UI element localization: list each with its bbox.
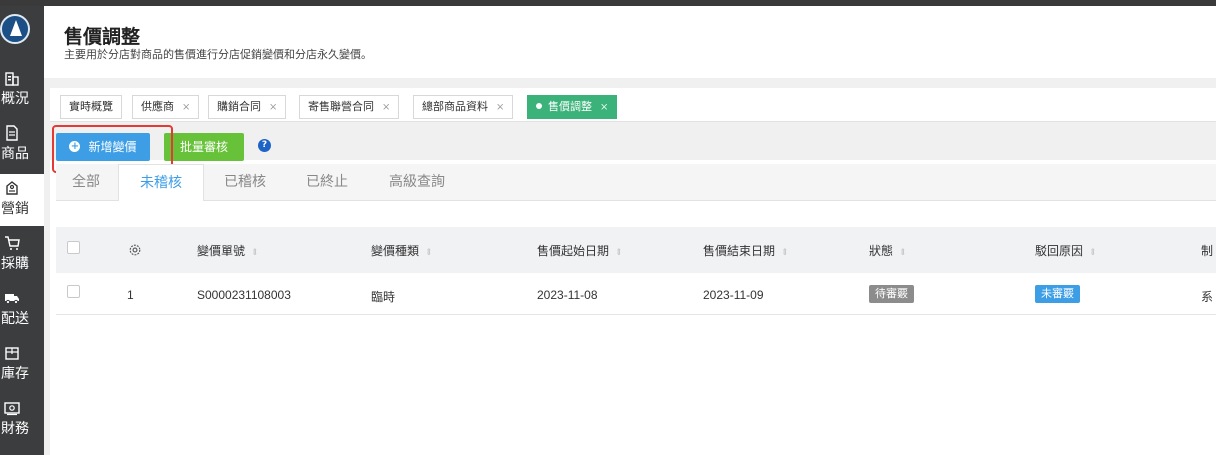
logo[interactable] [0, 14, 30, 52]
close-icon[interactable]: × [269, 102, 277, 113]
status-tab-audited[interactable]: 已稽核 [210, 164, 280, 201]
column-creator[interactable]: 制 [1201, 242, 1213, 259]
sidebar-item-product[interactable]: 商品 [0, 119, 44, 171]
sort-icon[interactable]: ⇕ [615, 248, 623, 258]
sidebar-item-delivery[interactable]: 配送 [0, 284, 44, 336]
top-strip [0, 0, 1216, 6]
tab-label: 實時概覽 [69, 100, 113, 113]
close-icon[interactable]: × [600, 102, 608, 113]
row-end-date: 2023-11-09 [703, 288, 764, 302]
sort-icon[interactable]: ⇕ [899, 248, 907, 258]
tab-label: 寄售聯營合同 [308, 100, 374, 113]
building-icon [5, 72, 19, 86]
sidebar-item-label: 概況 [1, 91, 29, 107]
status-tab-terminated[interactable]: 已終止 [292, 164, 362, 201]
column-status[interactable]: 狀態 ⇕ [869, 242, 907, 259]
row-start-date: 2023-11-08 [537, 288, 598, 302]
close-icon[interactable]: × [382, 102, 390, 113]
tag-icon [6, 181, 18, 195]
batch-approve-label: 批量審核 [179, 140, 228, 154]
column-label: 售價起始日期 [537, 244, 610, 258]
tab-purchase-contract[interactable]: 購銷合同 × [208, 95, 287, 119]
sidebar-item-label: 採購 [1, 256, 29, 272]
column-label: 狀態 [869, 244, 894, 258]
sidebar: 概況 商品 營銷 採購 配送 庫存 財務 [0, 6, 44, 455]
column-label: 駁回原因 [1035, 244, 1084, 258]
column-end-date[interactable]: 售價結束日期 ⇕ [703, 242, 789, 259]
status-badge: 待審覈 [869, 285, 914, 303]
page-subtitle: 主要用於分店對商品的售價進行分店促銷變價和分店永久變價。 [64, 48, 372, 61]
column-label: 制 [1201, 244, 1214, 258]
logo-circle [0, 14, 30, 44]
tab-supplier[interactable]: 供應商 × [132, 95, 200, 119]
sail-icon [10, 20, 22, 36]
row-type: 臨時 [371, 290, 396, 304]
column-label: 售價結束日期 [703, 244, 776, 258]
column-type[interactable]: 變價種類 ⇕ [371, 242, 433, 259]
tab-label: 供應商 [141, 100, 174, 113]
close-icon[interactable]: × [182, 102, 190, 113]
page-title: 售價調整 [64, 26, 141, 48]
close-icon[interactable]: × [496, 102, 504, 113]
sidebar-item-label: 財務 [1, 421, 29, 437]
tab-label: 購銷合同 [217, 100, 261, 113]
document-icon [6, 125, 18, 141]
status-tab-all[interactable]: 全部 [56, 164, 116, 201]
select-all-checkbox[interactable] [67, 241, 80, 254]
row-index: 1 [127, 288, 134, 302]
help-icon[interactable]: ? [258, 139, 271, 152]
sidebar-item-finance[interactable]: 財務 [0, 394, 44, 446]
sidebar-item-overview[interactable]: 概況 [0, 64, 44, 116]
reason-badge: 未審覈 [1035, 285, 1080, 303]
sidebar-item-marketing[interactable]: 營銷 [0, 174, 44, 226]
column-start-date[interactable]: 售價起始日期 ⇕ [537, 242, 623, 259]
batch-approve-button[interactable]: 批量審核 [164, 133, 244, 161]
box-icon [5, 347, 19, 360]
tab-label: 總部商品資料 [422, 100, 488, 113]
sidebar-item-inventory[interactable]: 庫存 [0, 339, 44, 391]
sort-icon[interactable]: ⇕ [781, 248, 789, 258]
status-tab-unaudited[interactable]: 未稽核 [118, 164, 204, 201]
tab-realtime-overview[interactable]: 實時概覽 [60, 95, 122, 119]
tab-consignment-contract[interactable]: 寄售聯營合同 × [299, 95, 400, 119]
sort-icon[interactable]: ⇕ [1089, 248, 1097, 258]
status-tab-advanced-search[interactable]: 高級查詢 [378, 164, 456, 201]
sort-icon[interactable]: ⇕ [425, 248, 433, 258]
column-label: 變價種類 [371, 244, 420, 258]
row-creator: 系 [1201, 290, 1214, 304]
sort-icon[interactable]: ⇕ [251, 248, 259, 258]
money-icon [4, 402, 20, 416]
tab-hq-product-data[interactable]: 總部商品資料 × [413, 95, 514, 119]
row-checkbox[interactable] [67, 285, 80, 298]
sidebar-item-label: 庫存 [1, 366, 29, 382]
column-order-no[interactable]: 變價單號 ⇕ [197, 242, 259, 259]
truck-icon [5, 294, 19, 305]
sidebar-item-label: 營銷 [1, 201, 29, 217]
sidebar-item-label: 配送 [1, 311, 29, 327]
column-label: 變價單號 [197, 244, 246, 258]
column-reject-reason[interactable]: 駁回原因 ⇕ [1035, 242, 1097, 259]
cart-icon [5, 236, 20, 250]
sidebar-item-label: 商品 [1, 146, 29, 162]
gear-icon[interactable] [128, 243, 142, 257]
active-dot-icon [536, 103, 542, 109]
tab-price-adjustment[interactable]: 售價調整 × [527, 95, 618, 119]
sidebar-item-purchase[interactable]: 採購 [0, 229, 44, 281]
row-order-no[interactable]: S0000231108003 [197, 288, 291, 302]
tab-label: 售價調整 [548, 100, 592, 113]
